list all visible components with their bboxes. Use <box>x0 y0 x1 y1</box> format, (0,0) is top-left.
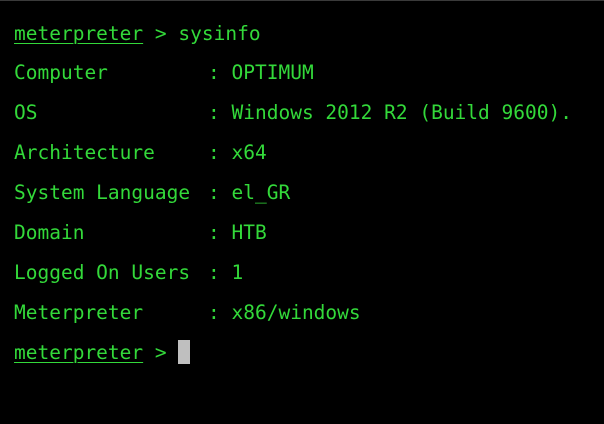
sysinfo-separator: : <box>208 301 220 324</box>
sysinfo-value: 1 <box>231 261 244 284</box>
sysinfo-key: Domain <box>14 221 85 244</box>
input-line[interactable]: meterpreter > <box>14 333 604 373</box>
sysinfo-value: x86/windows <box>231 301 361 324</box>
sysinfo-row-system-language: System Language: el_GR <box>14 173 604 213</box>
sysinfo-separator: : <box>208 181 220 204</box>
prompt-symbol: > <box>154 22 167 45</box>
prompt-name: meterpreter <box>14 22 144 45</box>
sysinfo-value: HTB <box>231 221 267 244</box>
sysinfo-row-meterpreter: Meterpreter: x86/windows <box>14 293 604 333</box>
sysinfo-separator: : <box>208 141 220 164</box>
sysinfo-key: Computer <box>14 61 108 84</box>
sysinfo-key: OS <box>14 101 38 124</box>
sysinfo-key: Logged On Users <box>14 261 191 284</box>
sysinfo-row-architecture: Architecture: x64 <box>14 133 604 173</box>
sysinfo-row-logged-on-users: Logged On Users: 1 <box>14 253 604 293</box>
terminal-window[interactable]: meterpreter > sysinfo Computer: OPTIMUM … <box>0 0 604 424</box>
command-text: sysinfo <box>178 22 261 45</box>
sysinfo-value: Windows 2012 R2 (Build 9600). <box>231 101 572 124</box>
text-cursor[interactable] <box>178 340 191 364</box>
sysinfo-row-computer: Computer: OPTIMUM <box>14 53 604 93</box>
sysinfo-key: Architecture <box>14 141 155 164</box>
sysinfo-separator: : <box>208 221 220 244</box>
sysinfo-value: OPTIMUM <box>231 61 314 84</box>
prompt-name: meterpreter <box>14 341 144 364</box>
sysinfo-row-domain: Domain: HTB <box>14 213 604 253</box>
sysinfo-separator: : <box>208 261 220 284</box>
sysinfo-row-os: OS: Windows 2012 R2 (Build 9600). <box>14 93 604 133</box>
sysinfo-separator: : <box>208 101 220 124</box>
sysinfo-value: el_GR <box>231 181 291 204</box>
sysinfo-value: x64 <box>231 141 267 164</box>
sysinfo-key: Meterpreter <box>14 301 144 324</box>
prompt-symbol: > <box>154 341 167 364</box>
sysinfo-key: System Language <box>14 181 191 204</box>
sysinfo-separator: : <box>208 61 220 84</box>
command-line: meterpreter > sysinfo <box>14 15 604 53</box>
